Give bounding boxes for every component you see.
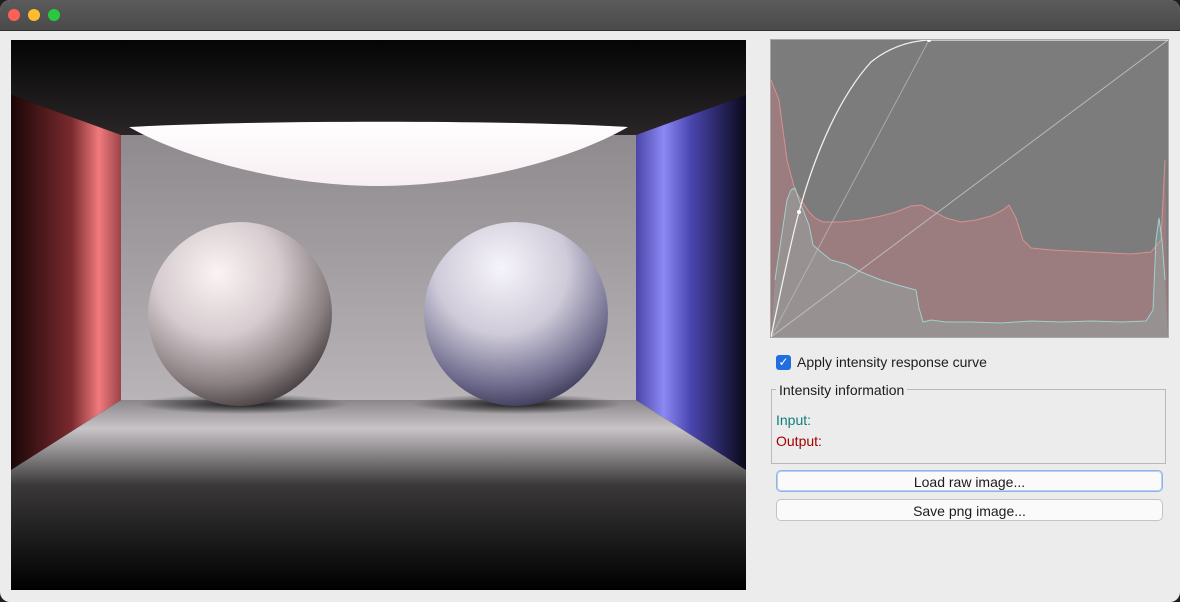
zoom-window-button[interactable] [48, 9, 60, 21]
close-window-button[interactable] [8, 9, 20, 21]
response-curve-panel[interactable] [770, 39, 1169, 338]
load-raw-image-button[interactable]: Load raw image... [776, 470, 1163, 492]
rendered-scene-image [11, 40, 746, 590]
intensity-information-legend: Intensity information [776, 382, 908, 398]
apply-curve-checkbox[interactable]: ✓ [776, 354, 791, 370]
output-value-label: Output: [776, 433, 822, 449]
checkmark-icon: ✓ [778, 355, 789, 369]
intensity-information-group [771, 389, 1166, 464]
app-window: ✓ Apply intensity response curve Intensi… [0, 0, 1180, 602]
intensity-response-curve-graph [771, 40, 1168, 337]
apply-curve-option[interactable]: ✓ Apply intensity response curve [776, 352, 987, 372]
save-png-image-button[interactable]: Save png image... [776, 499, 1163, 521]
minimize-window-button[interactable] [28, 9, 40, 21]
input-value-label: Input: [776, 412, 812, 428]
title-bar[interactable] [0, 0, 1180, 31]
rendered-image-view [11, 40, 746, 590]
apply-curve-label[interactable]: Apply intensity response curve [797, 354, 987, 370]
